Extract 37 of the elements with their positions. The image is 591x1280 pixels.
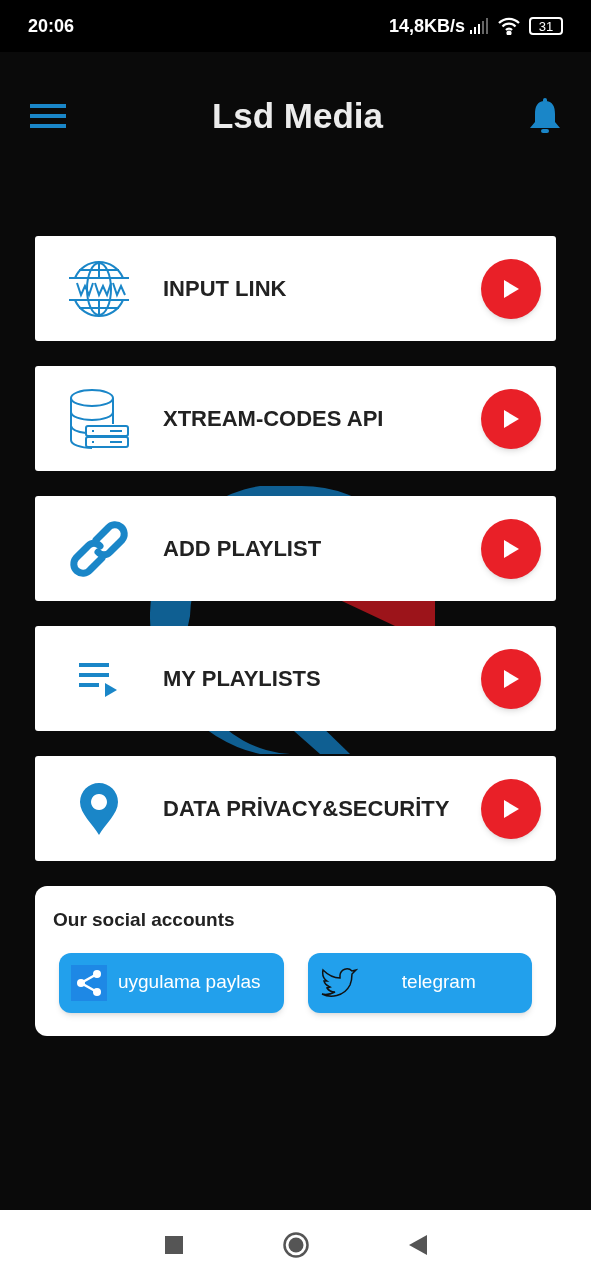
menu-label: XTREAM-CODES API xyxy=(163,405,385,433)
menu-card[interactable]: ADD PLAYLIST xyxy=(35,496,556,601)
menu-label: INPUT LINK xyxy=(163,275,288,303)
battery-icon: 31 xyxy=(529,17,563,35)
menu-card[interactable]: MY PLAYLISTS xyxy=(35,626,556,731)
play-button[interactable] xyxy=(481,648,541,709)
play-icon xyxy=(502,278,520,299)
play-icon xyxy=(502,538,520,559)
recent-apps-icon[interactable] xyxy=(164,1236,183,1254)
wifi-icon xyxy=(497,17,521,35)
play-button[interactable] xyxy=(481,258,541,319)
app-title: Lsd Media xyxy=(211,94,384,137)
play-icon xyxy=(502,668,520,689)
social-title: Our social accounts xyxy=(53,908,236,932)
menu-card[interactable]: INPUT LINK xyxy=(35,236,556,341)
play-button[interactable] xyxy=(481,388,541,449)
menu-label: ADD PLAYLIST xyxy=(163,535,323,563)
share-icon xyxy=(71,964,107,1001)
bird-icon xyxy=(319,966,358,999)
menu-card[interactable]: XTREAM-CODES API xyxy=(35,366,556,471)
menu-label: DATA PRİVACY&SECURİTY xyxy=(163,795,451,823)
back-icon[interactable] xyxy=(408,1235,427,1255)
signal-icon xyxy=(469,18,489,34)
home-icon[interactable] xyxy=(282,1232,309,1258)
play-button[interactable] xyxy=(481,778,541,839)
menu-icon[interactable] xyxy=(30,103,66,129)
play-icon xyxy=(502,798,520,819)
status-time: 20:06 xyxy=(28,14,75,38)
playlist-icon xyxy=(79,660,119,697)
notification-bell-icon[interactable] xyxy=(529,98,561,134)
database-server-icon xyxy=(68,387,130,450)
network-speed: 14,8KB/s xyxy=(388,14,465,38)
menu-card[interactable]: DATA PRİVACY&SECURİTY xyxy=(35,756,556,861)
play-icon xyxy=(502,408,520,429)
menu-label: MY PLAYLISTS xyxy=(163,665,322,693)
play-button[interactable] xyxy=(481,518,541,579)
location-pin-icon xyxy=(79,781,119,836)
